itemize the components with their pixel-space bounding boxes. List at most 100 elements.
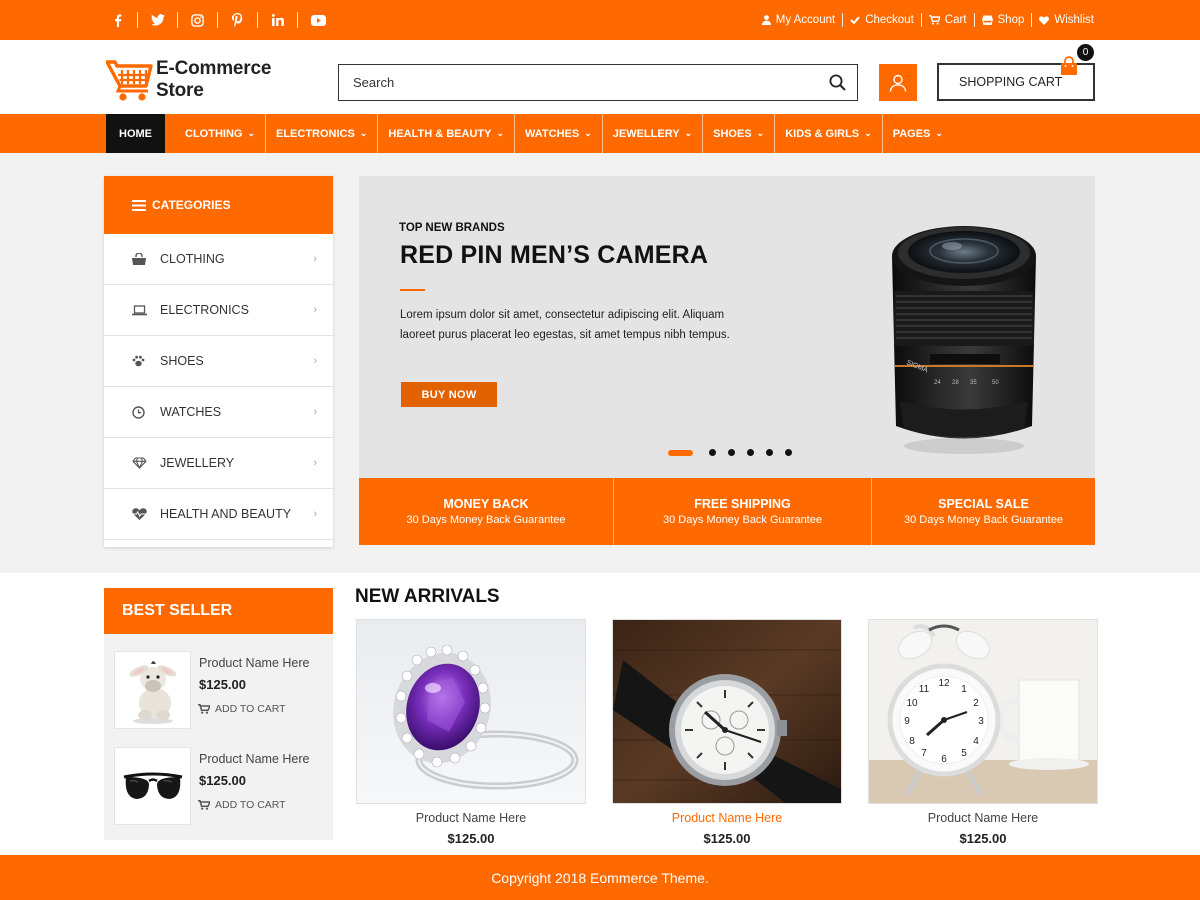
add-to-cart-button[interactable]: ADD TO CART	[198, 799, 286, 811]
product-name[interactable]: Product Name Here	[868, 811, 1098, 825]
slide-dot-1[interactable]	[668, 449, 693, 456]
category-jewellery[interactable]: JEWELLERY ›	[104, 438, 333, 489]
svg-text:4: 4	[973, 736, 979, 747]
nav-shoes[interactable]: SHOES ⌄	[703, 114, 776, 153]
nav-clothing[interactable]: CLOTHING ⌄	[165, 114, 266, 153]
product-card: Product Name Here $125.00	[612, 619, 842, 846]
add-to-cart-button[interactable]: ADD TO CART	[198, 703, 286, 715]
svg-text:24: 24	[934, 380, 941, 386]
nav-home[interactable]: HOME	[106, 114, 165, 153]
category-health-beauty[interactable]: HEALTH AND BEAUTY ›	[104, 489, 333, 540]
instagram-icon[interactable]	[178, 12, 218, 28]
facebook-icon[interactable]	[98, 12, 138, 28]
my-account-link[interactable]: My Account	[755, 13, 844, 27]
product-price: $125.00	[959, 831, 1007, 846]
svg-text:50: 50	[992, 380, 999, 386]
nav-watches[interactable]: WATCHES ⌄	[515, 114, 603, 153]
wishlist-link[interactable]: Wishlist	[1032, 13, 1094, 27]
product-name[interactable]: Product Name Here	[199, 752, 309, 766]
svg-text:35: 35	[970, 380, 977, 386]
product-thumbnail[interactable]	[114, 651, 191, 729]
copyright-text: Copyright 2018 Eommerce Theme.	[491, 869, 709, 886]
search-button[interactable]	[817, 65, 857, 100]
search-input[interactable]	[339, 65, 817, 100]
product-name[interactable]: Product Name Here	[199, 656, 309, 670]
feature-free-shipping: FREE SHIPPING 30 Days Money Back Guarant…	[614, 478, 872, 545]
chevron-down-icon: ⌄	[935, 128, 943, 138]
shopping-cart-label: SHOPPING CART	[959, 75, 1063, 89]
shop-icon	[981, 15, 993, 25]
nav-electronics[interactable]: ELECTRONICS ⌄	[266, 114, 379, 153]
chevron-down-icon: ⌄	[584, 128, 592, 138]
best-seller-panel: BEST SELLER Product Name Here $125.00 AD…	[104, 588, 333, 840]
social-links	[98, 0, 338, 40]
title-divider	[400, 289, 425, 291]
pinterest-icon[interactable]	[218, 12, 258, 28]
slide-dot-6[interactable]	[785, 449, 792, 456]
product-card: Product Name Here $125.00	[356, 619, 586, 846]
product-image[interactable]	[356, 619, 586, 804]
slide-title: RED PIN MEN’S CAMERA	[400, 241, 709, 269]
product-name[interactable]: Product Name Here	[356, 811, 586, 825]
slider-pagination	[668, 449, 792, 456]
product-name[interactable]: Product Name Here	[612, 811, 842, 825]
user-icon	[761, 15, 771, 25]
checkout-link[interactable]: Checkout	[843, 13, 922, 27]
nav-health-beauty[interactable]: HEALTH & BEAUTY ⌄	[378, 114, 516, 153]
svg-text:9: 9	[904, 716, 910, 727]
nav-jewellery[interactable]: JEWELLERY ⌄	[603, 114, 704, 153]
buy-now-button[interactable]: BUY NOW	[401, 382, 497, 407]
slide-dot-4[interactable]	[747, 449, 754, 456]
nav-kids-girls[interactable]: KIDS & GIRLS ⌄	[775, 114, 883, 153]
slide-dot-3[interactable]	[728, 449, 735, 456]
chevron-right-icon: ›	[313, 304, 317, 316]
svg-text:1: 1	[961, 684, 967, 695]
product-card: 12 3 6 9 12 45 7 8 10 11 Product Name Here $125…	[868, 619, 1098, 846]
chevron-down-icon: ⌄	[864, 128, 872, 138]
category-watches[interactable]: WATCHES ›	[104, 387, 333, 438]
laptop-icon	[132, 304, 160, 316]
clock-icon	[132, 405, 160, 419]
slide-subtitle: TOP NEW BRANDS	[399, 222, 505, 234]
footer: Copyright 2018 Eommerce Theme.	[0, 855, 1200, 900]
new-arrivals-title: NEW ARRIVALS	[355, 586, 500, 607]
category-shoes[interactable]: SHOES ›	[104, 336, 333, 387]
chevron-right-icon: ›	[313, 355, 317, 367]
product-image[interactable]: 12 3 6 9 12 45 7 8 10 11	[868, 619, 1098, 804]
cart-link[interactable]: Cart	[922, 13, 975, 27]
linkedin-icon[interactable]	[258, 12, 298, 28]
hero-slider: TOP NEW BRANDS RED PIN MEN’S CAMERA Lore…	[359, 176, 1095, 478]
shopping-cart-logo-icon	[106, 60, 153, 101]
store-logo[interactable]: E-Commerce Store	[106, 58, 271, 102]
nav-pages[interactable]: PAGES ⌄	[883, 114, 953, 153]
user-account-button[interactable]	[879, 64, 917, 101]
product-image[interactable]	[612, 619, 842, 804]
category-electronics[interactable]: ELECTRONICS ›	[104, 285, 333, 336]
main-navigation: HOME CLOTHING ⌄ ELECTRONICS ⌄ HEALTH & BEA…	[0, 114, 1200, 153]
svg-text:7: 7	[921, 748, 927, 759]
categories-panel: CATEGORIES CLOTHING › ELECTRONICS › SHOE…	[104, 176, 333, 547]
amethyst-ring-image	[357, 620, 585, 803]
product-thumbnail[interactable]	[114, 747, 191, 825]
twitter-icon[interactable]	[138, 12, 178, 28]
chevron-right-icon: ›	[313, 457, 317, 469]
chevron-right-icon: ›	[313, 253, 317, 265]
categories-header[interactable]: CATEGORIES	[104, 176, 333, 234]
best-seller-item: Product Name Here $125.00 ADD TO CART	[114, 747, 326, 825]
youtube-icon[interactable]	[298, 12, 338, 28]
svg-text:6: 6	[941, 754, 947, 765]
chevron-down-icon: ⌄	[496, 128, 505, 138]
paw-icon	[132, 355, 160, 367]
category-clothing[interactable]: CLOTHING ›	[104, 234, 333, 285]
heartbeat-icon	[132, 508, 160, 520]
svg-text:5: 5	[961, 748, 967, 759]
search-bar	[338, 64, 858, 101]
check-icon	[850, 16, 860, 24]
slide-dot-5[interactable]	[766, 449, 773, 456]
chevron-down-icon: ⌄	[359, 128, 368, 138]
heart-icon	[1039, 15, 1050, 25]
camera-lens-image: 24 28 35 50 SIGMA	[892, 226, 1036, 454]
shop-link[interactable]: Shop	[975, 13, 1033, 27]
chevron-right-icon: ›	[313, 406, 317, 418]
slide-dot-2[interactable]	[709, 449, 716, 456]
